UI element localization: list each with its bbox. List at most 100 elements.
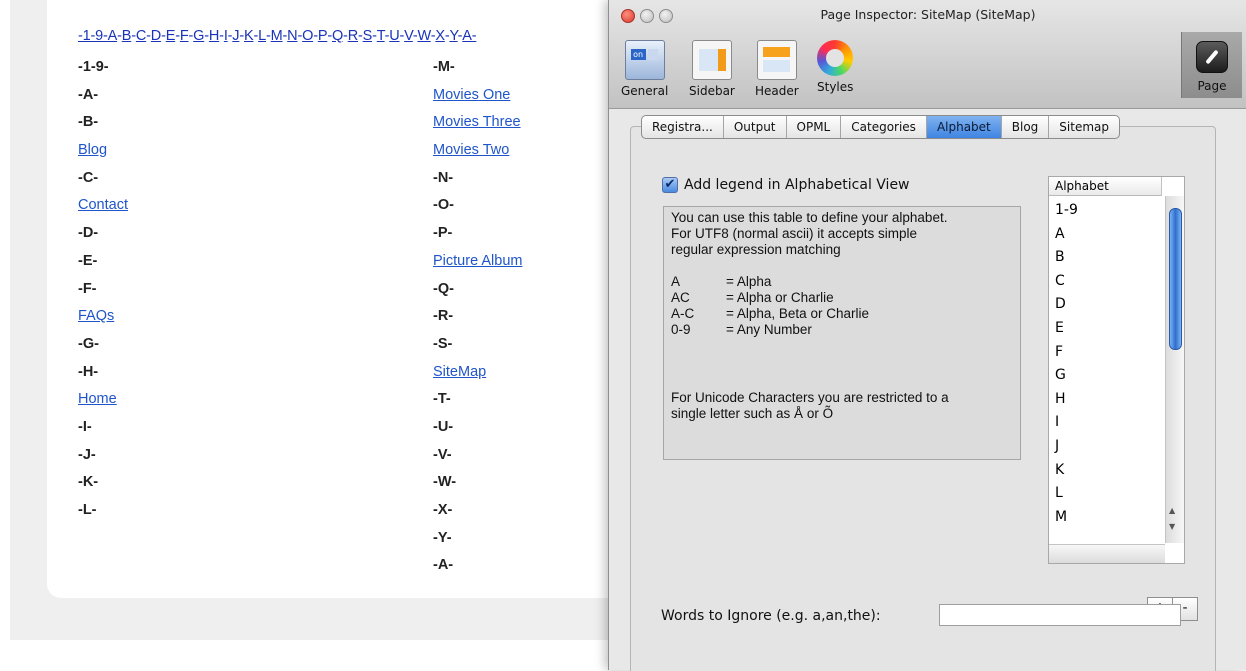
- toolbar-sidebar[interactable]: Sidebar: [689, 40, 735, 98]
- alphabet-nav-link[interactable]: -1-9-: [78, 28, 108, 44]
- tab-opml[interactable]: OPML: [787, 116, 842, 138]
- help-rule: AC = Alpha or Charlie: [671, 290, 834, 306]
- alphabet-rows: 1-9 A B C D E F G H I J K L M: [1049, 199, 1165, 539]
- sitemap-letter-heading: -C-: [78, 169, 99, 186]
- sitemap-letter-heading: -B-: [78, 114, 99, 131]
- toolbar-styles-label: Styles: [817, 80, 854, 94]
- alphabet-row[interactable]: 1-9: [1049, 199, 1165, 223]
- sitemap-letter-heading: -G-: [78, 335, 99, 352]
- legend-checkbox-row[interactable]: ✔ Add legend in Alphabetical View: [662, 177, 910, 193]
- toolbar-general[interactable]: General: [621, 40, 668, 98]
- sitemap-page-link[interactable]: FAQs: [78, 303, 318, 331]
- help-line-1: You can use this table to define your al…: [671, 210, 948, 225]
- help-line-3: regular expression matching: [671, 242, 841, 257]
- horizontal-scrollbar[interactable]: [1049, 544, 1165, 563]
- toolbar-general-label: General: [621, 84, 669, 98]
- alphabet-nav-link[interactable]: B: [122, 28, 132, 44]
- alphabet-nav-link[interactable]: S: [363, 28, 373, 44]
- alphabet-row[interactable]: H: [1049, 388, 1165, 412]
- alphabet-navigation: -1-9-A-B-C-D-E-F-G-H-I-J-K-L-M-N-O-P-Q-R…: [78, 28, 477, 44]
- alphabet-column-header[interactable]: Alphabet: [1049, 177, 1162, 196]
- alphabet-row[interactable]: M: [1049, 506, 1165, 530]
- alphabet-nav-link[interactable]: M: [271, 28, 283, 44]
- toolbar-header-label: Header: [755, 84, 799, 98]
- alphabet-nav-link[interactable]: V: [404, 28, 413, 44]
- alphabet-nav-link[interactable]: G: [193, 28, 204, 44]
- toolbar-header[interactable]: Header: [755, 40, 799, 98]
- alphabet-nav-link[interactable]: N: [287, 28, 297, 44]
- alphabet-row[interactable]: G: [1049, 364, 1165, 388]
- window-title: Page Inspector: SiteMap (SiteMap): [820, 7, 1036, 22]
- alphabet-nav-link[interactable]: A: [108, 28, 118, 44]
- alphabet-row[interactable]: J: [1049, 435, 1165, 459]
- alphabet-row[interactable]: B: [1049, 246, 1165, 270]
- general-icon: [624, 40, 665, 80]
- alphabet-nav-link[interactable]: O: [302, 28, 313, 44]
- rule-pattern: A-C: [671, 306, 695, 321]
- alphabet-nav-link[interactable]: W: [417, 28, 430, 44]
- sitemap-letter-heading: -L-: [78, 502, 97, 518]
- sitemap-letter-heading: -E-: [78, 252, 98, 269]
- tab-alphabet[interactable]: Alphabet: [926, 116, 1002, 138]
- toolbar-styles[interactable]: Styles: [817, 40, 853, 94]
- sitemap-letter-heading: -I-: [78, 418, 92, 435]
- scroll-down-icon[interactable]: ▼: [1169, 522, 1175, 531]
- tab-strip: Registra... Output OPML Categories Alphabet B…: [641, 115, 1120, 139]
- words-to-ignore-label: Words to Ignore (e.g. a,an,the):: [661, 608, 881, 624]
- help-unicode-1: For Unicode Characters you are restricte…: [671, 390, 949, 405]
- legend-checkbox[interactable]: ✔: [662, 177, 678, 193]
- sitemap-left-column: -1-9- -A- -B- Blog -C- Contact -D- -E- -F- FAQs -G…: [78, 54, 318, 525]
- scroll-up-icon[interactable]: ▲: [1169, 506, 1175, 515]
- alphabet-nav-link[interactable]: A-: [462, 28, 476, 44]
- sitemap-page-link[interactable]: Home: [78, 386, 318, 414]
- tab-blog[interactable]: Blog: [1002, 116, 1050, 138]
- alphabet-nav-link[interactable]: C: [136, 28, 146, 44]
- title-bar: Page Inspector: SiteMap (SiteMap) Genera…: [609, 0, 1246, 109]
- alphabet-nav-link[interactable]: D: [151, 28, 161, 44]
- alphabet-nav-link[interactable]: R: [348, 28, 358, 44]
- alphabet-row[interactable]: D: [1049, 293, 1165, 317]
- alphabet-nav-link[interactable]: Q: [332, 28, 343, 44]
- tab-sitemap[interactable]: Sitemap: [1049, 116, 1119, 138]
- sitemap-page-link[interactable]: Blog: [78, 137, 318, 165]
- words-to-ignore-input[interactable]: [939, 604, 1181, 626]
- toolbar-sidebar-label: Sidebar: [689, 84, 735, 98]
- help-rule: A-C = Alpha, Beta or Charlie: [671, 306, 869, 322]
- alphabet-row[interactable]: A: [1049, 223, 1165, 247]
- alphabet-row[interactable]: K: [1049, 459, 1165, 483]
- tab-categories[interactable]: Categories: [841, 116, 927, 138]
- rule-pattern: A: [671, 274, 681, 289]
- alphabet-nav-link[interactable]: P: [318, 28, 328, 44]
- alphabet-row[interactable]: F: [1049, 341, 1165, 365]
- sitemap-letter-heading: -F-: [78, 280, 97, 297]
- alphabet-nav-link[interactable]: E: [166, 28, 176, 44]
- sitemap-page-link[interactable]: Contact: [78, 192, 318, 220]
- alphabet-nav-link[interactable]: T: [377, 28, 385, 44]
- alphabet-table[interactable]: Alphabet 1-9 A B C D E F G H I J K L M ▲ ▼: [1048, 176, 1185, 564]
- alphabet-row[interactable]: C: [1049, 270, 1165, 294]
- toolbar-page[interactable]: Page: [1181, 32, 1242, 98]
- styles-icon: [817, 40, 854, 76]
- alphabet-row[interactable]: E: [1049, 317, 1165, 341]
- page-icon: [1196, 41, 1228, 73]
- legend-checkbox-label: Add legend in Alphabetical View: [684, 177, 910, 193]
- alphabet-row[interactable]: I: [1049, 411, 1165, 435]
- scrollbar-thumb[interactable]: [1169, 208, 1182, 350]
- tab-output[interactable]: Output: [724, 116, 787, 138]
- alphabet-row[interactable]: L: [1049, 482, 1165, 506]
- vertical-scrollbar[interactable]: ▲ ▼: [1165, 196, 1184, 543]
- page-inspector-window: Page Inspector: SiteMap (SiteMap) Genera…: [608, 0, 1246, 671]
- alphabet-nav-link[interactable]: U: [389, 28, 399, 44]
- help-unicode-2: single letter such as Å or Õ: [671, 406, 834, 421]
- sitemap-letter-heading: -1-9-: [78, 59, 109, 75]
- alphabet-nav-link[interactable]: F: [180, 28, 189, 44]
- alphabet-nav-link[interactable]: H: [209, 28, 219, 44]
- sitemap-letter-heading: -H-: [78, 363, 99, 380]
- alphabet-nav-link[interactable]: L: [258, 28, 266, 44]
- sitemap-letter-heading: -D-: [78, 225, 99, 242]
- alphabet-nav-link[interactable]: Y: [449, 28, 457, 44]
- alphabet-nav-link[interactable]: X: [435, 28, 445, 44]
- help-rule: 0-9 = Any Number: [671, 322, 812, 338]
- toolbar-page-label: Page: [1197, 79, 1227, 93]
- tab-registra[interactable]: Registra...: [642, 116, 724, 138]
